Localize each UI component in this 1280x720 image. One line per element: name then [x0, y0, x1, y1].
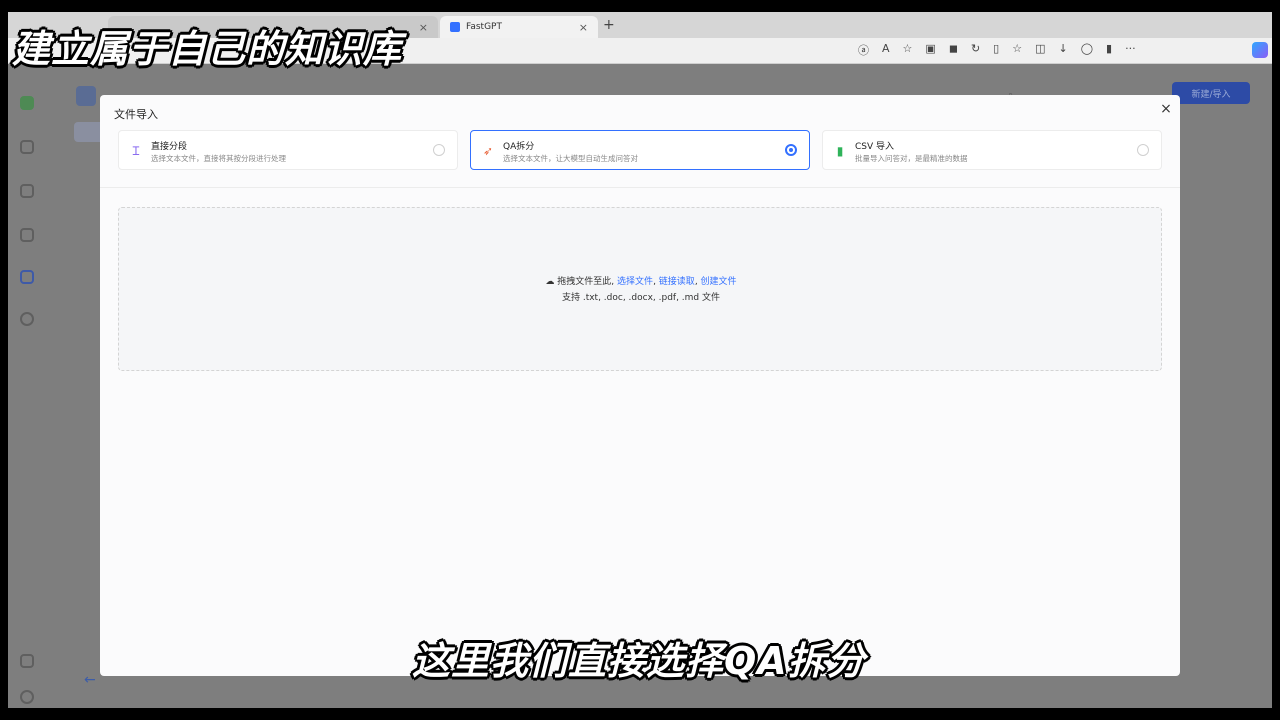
- chat-icon[interactable]: [20, 140, 34, 154]
- new-import-button[interactable]: 新建/导入: [1172, 82, 1250, 104]
- csv-file-icon: ▮: [836, 144, 844, 158]
- option-title: 直接分段: [151, 142, 188, 152]
- copilot-icon[interactable]: [1252, 42, 1268, 58]
- option-radio-selected[interactable]: [785, 144, 797, 156]
- dropzone-instructions: ☁ 拖拽文件至此, 选择文件, 链接读取, 创建文件: [545, 277, 737, 287]
- option-description: 选择文本文件，让大模型自动生成问答对: [503, 154, 638, 163]
- dropzone-prefix: 拖拽文件至此,: [557, 277, 615, 287]
- account-icon[interactable]: [20, 312, 34, 326]
- extensions-icon[interactable]: ▮: [1106, 42, 1112, 58]
- read-aloud-icon[interactable]: A: [882, 42, 890, 58]
- app-logo-icon: [20, 96, 34, 110]
- docs-icon[interactable]: [20, 654, 34, 668]
- sidebar: [8, 64, 48, 708]
- import-option-qa-split[interactable]: ➶ QA拆分 选择文本文件，让大模型自动生成问答对: [470, 130, 810, 170]
- github-icon[interactable]: [20, 690, 34, 704]
- more-icon[interactable]: ···: [1125, 42, 1136, 58]
- file-import-modal: 文件导入 × Ɪ 直接分段 选择文本文件，直接将其按分段进行处理 ➶ QA拆分 …: [100, 95, 1180, 676]
- close-tab-icon[interactable]: ×: [579, 21, 588, 34]
- tab-label: FastGPT: [466, 22, 502, 32]
- history-icon[interactable]: ◫: [1035, 42, 1045, 58]
- fetch-link-link[interactable]: 链接读取: [659, 277, 695, 287]
- browser-toolbar: ⓐ A ☆ ▣ ◼ ↻ ▯ ☆ ◫ ↓ ◯ ▮ ···: [858, 42, 1136, 58]
- new-tab-button[interactable]: +: [603, 17, 615, 33]
- modal-title: 文件导入: [114, 108, 158, 121]
- divider: [100, 187, 1180, 188]
- import-option-csv[interactable]: ▮ CSV 导入 批量导入问答对，是最精准的数据: [822, 130, 1162, 170]
- favorite-star-icon[interactable]: ☆: [903, 42, 913, 58]
- browser-tab-fastgpt[interactable]: FastGPT ×: [440, 16, 598, 38]
- option-title: CSV 导入: [855, 142, 895, 152]
- upload-cloud-icon: ☁: [545, 277, 555, 287]
- file-dropzone[interactable]: ☁ 拖拽文件至此, 选择文件, 链接读取, 创建文件 支持 .txt, .doc…: [118, 207, 1162, 371]
- browser-window: × FastGPT × + 3b7 ⓐ A ☆ ▣ ◼ ↻ ▯ ☆ ◫ ↓ ◯ …: [8, 12, 1272, 708]
- profile-icon[interactable]: ◯: [1081, 42, 1093, 58]
- app-icon[interactable]: [20, 184, 34, 198]
- text-split-icon: Ɪ: [132, 144, 140, 158]
- close-icon[interactable]: ×: [1158, 101, 1174, 117]
- video-caption-bottom: 这里我们直接选择QA拆分: [412, 639, 866, 683]
- option-description: 选择文本文件，直接将其按分段进行处理: [151, 154, 286, 163]
- favorites-icon[interactable]: ☆: [1012, 42, 1022, 58]
- dataset-avatar: [76, 86, 96, 106]
- download-icon[interactable]: ↓: [1059, 42, 1068, 58]
- option-description: 批量导入问答对，是最精准的数据: [855, 154, 968, 163]
- create-file-link[interactable]: 创建文件: [701, 277, 737, 287]
- select-file-link[interactable]: 选择文件: [617, 277, 653, 287]
- refresh-icon[interactable]: ↻: [971, 42, 980, 58]
- split-screen-icon[interactable]: ▯: [993, 42, 999, 58]
- option-radio[interactable]: [1137, 144, 1149, 156]
- knowledge-base-icon[interactable]: [20, 270, 34, 284]
- plugin-icon[interactable]: [20, 228, 34, 242]
- close-tab-icon[interactable]: ×: [419, 21, 428, 34]
- option-title: QA拆分: [503, 142, 535, 152]
- extension-icon[interactable]: ◼: [949, 42, 958, 58]
- translate-icon[interactable]: ⓐ: [858, 42, 869, 58]
- back-arrow-icon[interactable]: ←: [84, 672, 96, 688]
- option-radio[interactable]: [433, 144, 445, 156]
- rocket-icon: ➶: [482, 144, 494, 158]
- import-option-direct-split[interactable]: Ɪ 直接分段 选择文本文件，直接将其按分段进行处理: [118, 130, 458, 170]
- video-caption-top: 建立属于自己的知识库: [12, 27, 403, 71]
- collections-icon[interactable]: ▣: [925, 42, 935, 58]
- fastgpt-favicon-icon: [450, 22, 460, 32]
- supported-formats: 支持 .txt, .doc, .docx, .pdf, .md 文件: [561, 293, 721, 303]
